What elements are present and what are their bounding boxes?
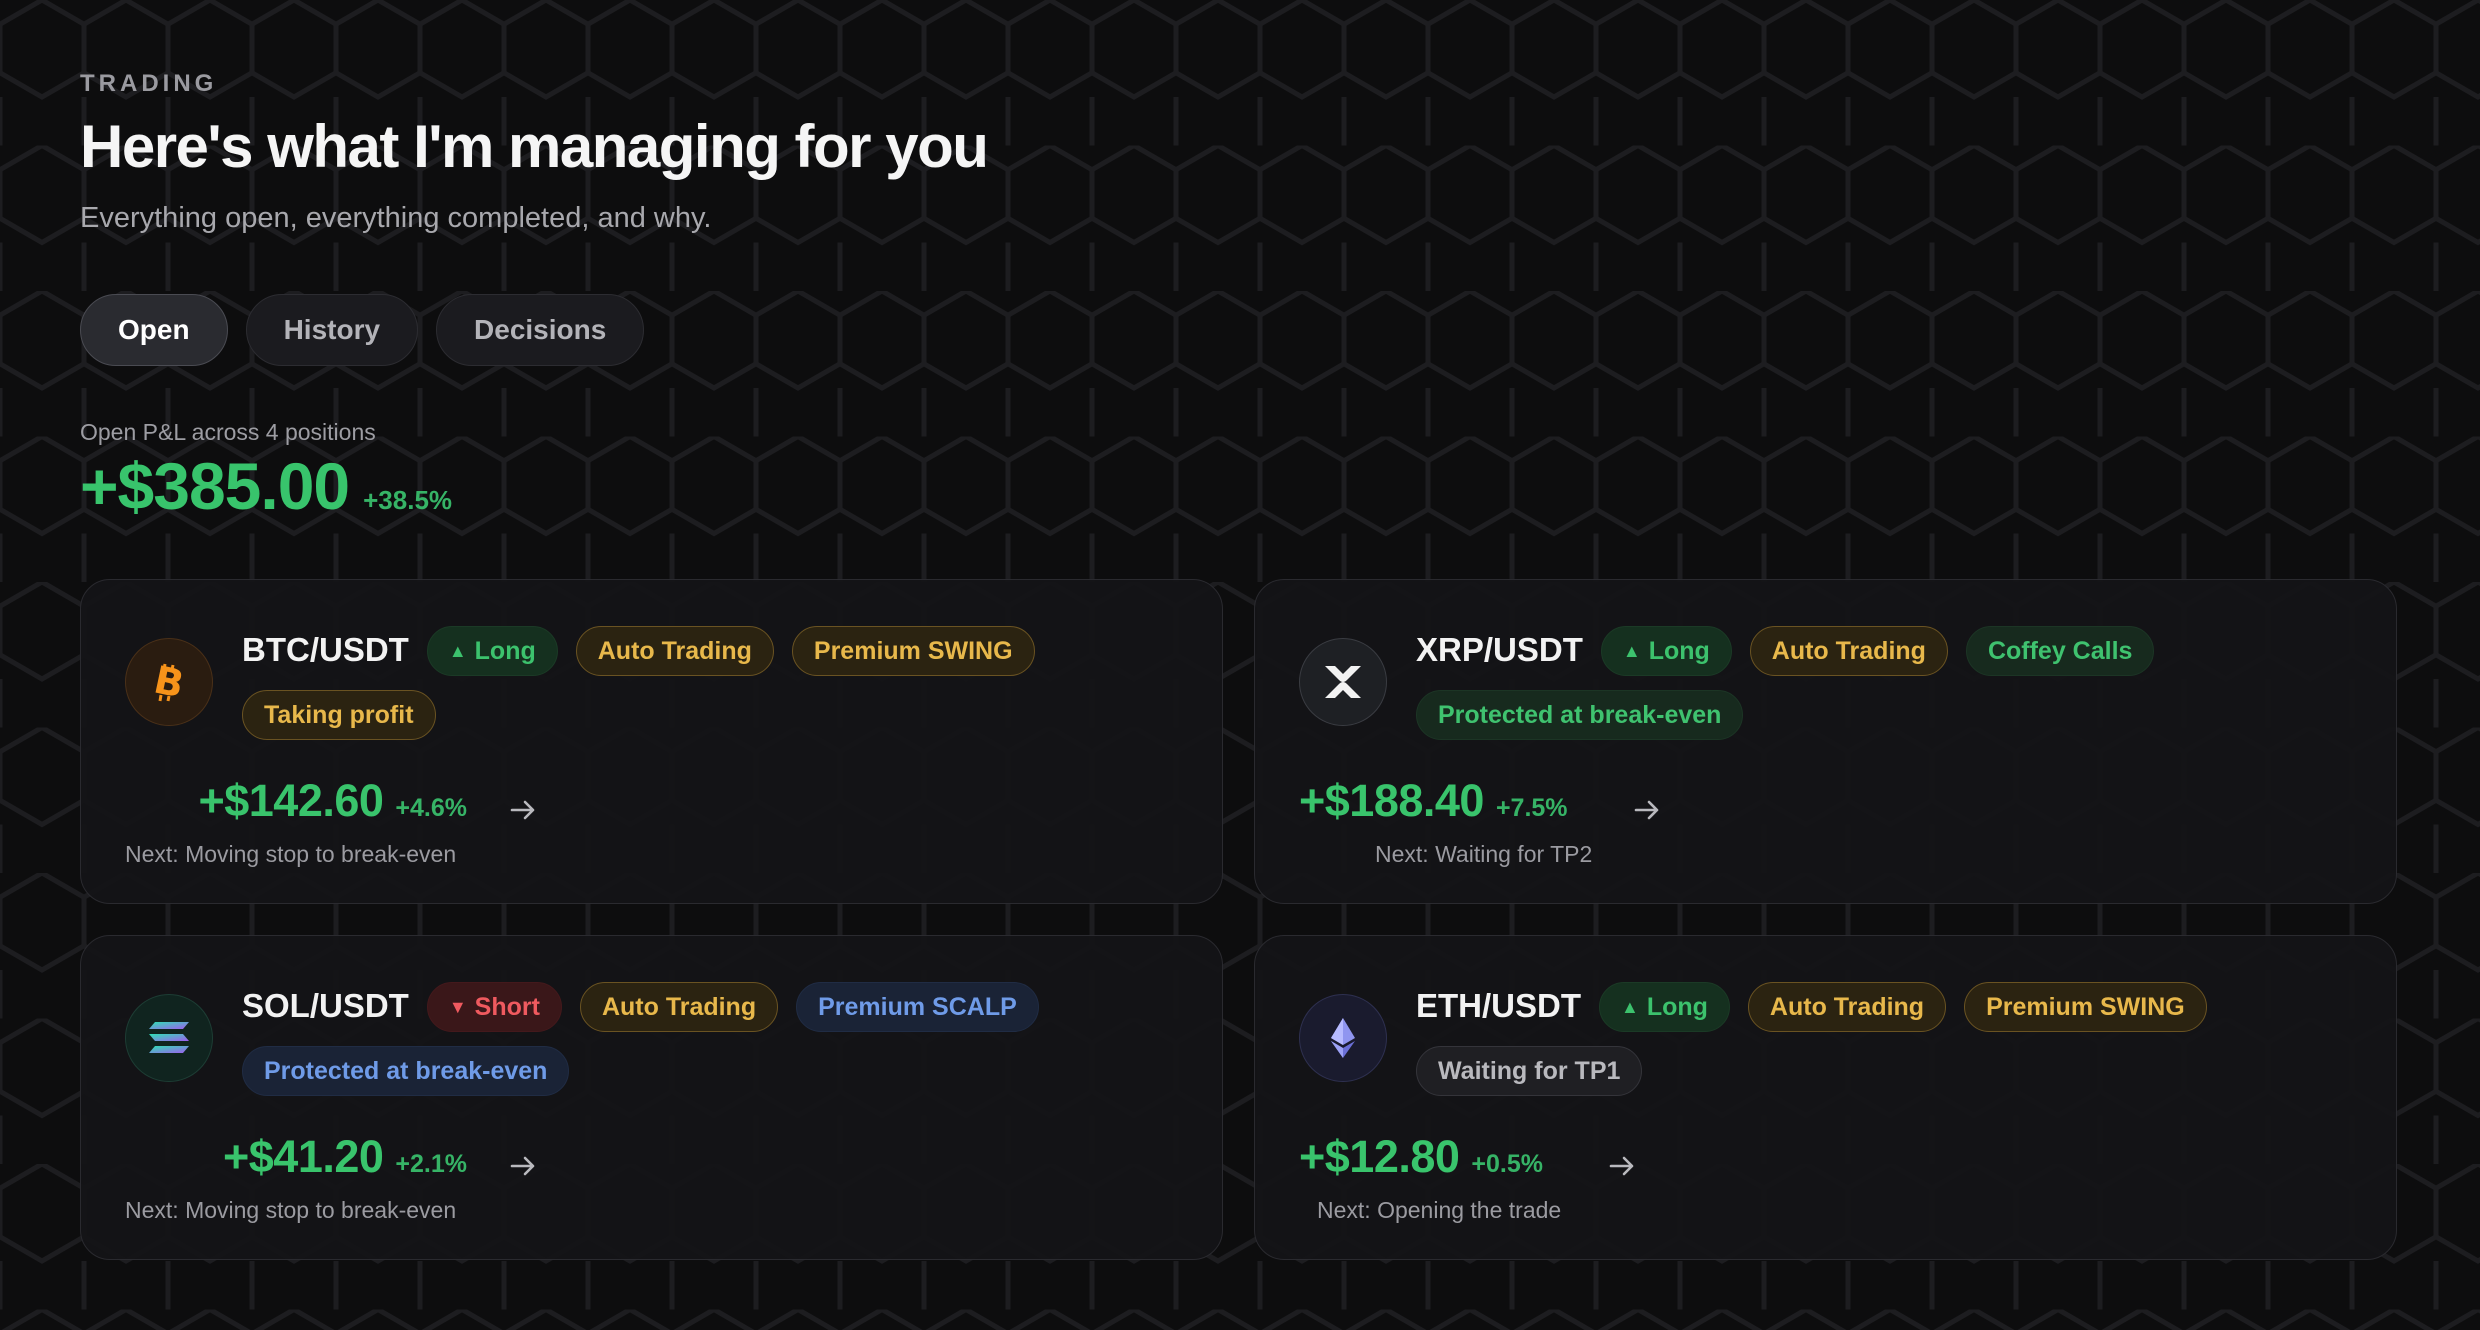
- status-badge: Protected at break-even: [1416, 690, 1744, 740]
- tab-decisions[interactable]: Decisions: [436, 294, 645, 366]
- pair-name: BTC/USDT: [242, 631, 409, 668]
- direction-badge: ▼ Short: [426, 982, 562, 1032]
- status-badge: Protected at break-even: [242, 1046, 570, 1096]
- up-triangle-icon: ▲: [1621, 996, 1639, 1017]
- mode-badge: Auto Trading: [575, 626, 774, 676]
- source-badge: Premium SCALP: [796, 982, 1039, 1032]
- mode-badge: Auto Trading: [1749, 626, 1948, 676]
- open-pnl-percent: +38.5%: [363, 485, 453, 515]
- position-pnl: +$41.20: [222, 1131, 384, 1182]
- ethereum-icon: [1299, 994, 1387, 1082]
- source-badge: Premium SWING: [1964, 982, 2207, 1032]
- up-triangle-icon: ▲: [448, 640, 467, 661]
- open-pnl-value: +$385.00: [80, 449, 350, 523]
- position-pnl-percent: +0.5%: [1471, 1150, 1544, 1178]
- source-badge: Coffey Calls: [1965, 626, 2155, 676]
- direction-badge: ▲ Long: [426, 626, 558, 676]
- direction-label: Long: [1646, 992, 1708, 1021]
- open-pnl-summary: +$385.00 +38.5%: [80, 448, 452, 524]
- up-triangle-icon: ▲: [1622, 640, 1641, 661]
- tab-open[interactable]: Open: [80, 294, 228, 366]
- badge-group: SOL/USDT ▼ Short Auto Trading Premium SCA…: [242, 982, 1192, 1096]
- arrow-right-icon[interactable]: [1630, 793, 1664, 827]
- badge-group: ETH/USDT ▲ Long Auto Trading Premium SWIN…: [1416, 982, 2366, 1096]
- position-pnl-percent: +4.6%: [395, 794, 467, 822]
- status-badge: Waiting for TP1: [1416, 1046, 1643, 1096]
- position-pnl: +$12.80: [1299, 1131, 1460, 1182]
- bitcoin-icon: B: [125, 638, 213, 726]
- position-pnl-percent: +2.1%: [395, 1150, 467, 1178]
- badge-group: BTC/USDT ▲ Long Auto Trading Premium SWIN…: [242, 626, 1192, 740]
- solana-icon: [125, 994, 213, 1082]
- section-eyebrow: TRADING: [80, 70, 218, 97]
- next-action: Next: Waiting for TP2: [1375, 841, 1593, 867]
- direction-badge: ▲ Long: [1600, 626, 1732, 676]
- next-action: Next: Opening the trade: [1317, 1197, 1562, 1223]
- source-badge: Premium SWING: [791, 626, 1035, 676]
- position-card-btc[interactable]: B BTC/USDT ▲ Long Auto Trading Premium SW…: [80, 579, 1223, 904]
- trading-page: TRADING Here's what I'm managing for you…: [0, 0, 2480, 1330]
- pnl-block: +$12.80 +0.5%: [1299, 1131, 1543, 1183]
- position-card-eth[interactable]: ETH/USDT ▲ Long Auto Trading Premium SWIN…: [1254, 935, 2397, 1260]
- status-badge: Taking profit: [242, 690, 436, 740]
- pnl-block: +$41.20 +2.1%: [223, 1131, 467, 1183]
- direction-label: Short: [474, 992, 540, 1021]
- next-action: Next: Moving stop to break-even: [125, 841, 457, 867]
- pnl-block: +$142.60 +4.6%: [198, 775, 467, 827]
- arrow-right-icon[interactable]: [506, 793, 540, 827]
- pair-name: XRP/USDT: [1416, 631, 1583, 668]
- position-pnl-percent: +7.5%: [1495, 794, 1568, 822]
- position-card-xrp[interactable]: XRP/USDT ▲ Long Auto Trading Coffey Calls…: [1254, 579, 2397, 904]
- direction-label: Long: [474, 636, 536, 665]
- pair-name: SOL/USDT: [242, 987, 409, 1024]
- open-pnl-label: Open P&L across 4 positions: [80, 419, 376, 445]
- pnl-block: +$188.40 +7.5%: [1299, 775, 1568, 827]
- arrow-right-icon[interactable]: [1605, 1149, 1639, 1183]
- badge-group: XRP/USDT ▲ Long Auto Trading Coffey Calls…: [1416, 626, 2366, 740]
- tab-history[interactable]: History: [245, 294, 419, 366]
- pair-name: ETH/USDT: [1416, 987, 1581, 1024]
- next-action: Next: Moving stop to break-even: [125, 1197, 457, 1223]
- direction-badge: ▲ Long: [1599, 982, 1730, 1032]
- arrow-right-icon[interactable]: [506, 1149, 540, 1183]
- direction-label: Long: [1648, 636, 1710, 665]
- mode-badge: Auto Trading: [579, 982, 779, 1032]
- page-title: Here's what I'm managing for you: [80, 113, 989, 180]
- tab-bar: Open History Decisions: [80, 294, 645, 366]
- position-pnl: +$142.60: [198, 775, 384, 826]
- position-card-sol[interactable]: SOL/USDT ▼ Short Auto Trading Premium SCA…: [80, 935, 1223, 1260]
- down-triangle-icon: ▼: [448, 996, 467, 1017]
- position-pnl: +$188.40: [1299, 775, 1484, 826]
- page-subtitle: Everything open, everything completed, a…: [80, 202, 712, 234]
- mode-badge: Auto Trading: [1747, 982, 1947, 1032]
- xrp-icon: [1299, 638, 1387, 726]
